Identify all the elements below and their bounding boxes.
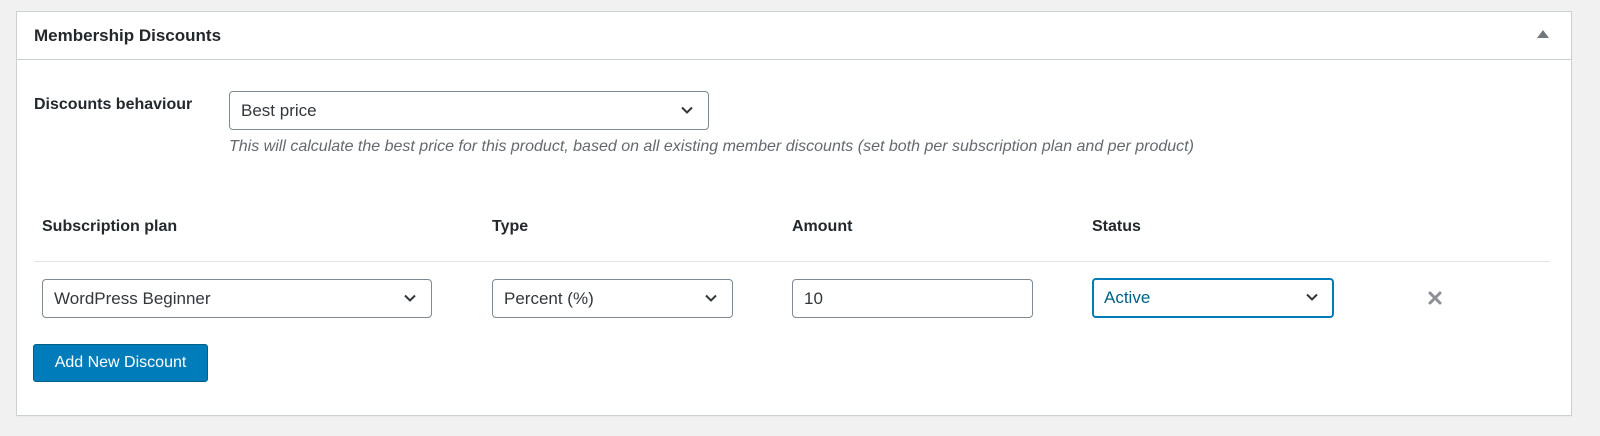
table-divider xyxy=(34,261,1550,262)
discount-status-value: Active xyxy=(1104,288,1151,307)
discount-status-select[interactable]: Active xyxy=(1092,278,1334,318)
discounts-behaviour-description: This will calculate the best price for t… xyxy=(229,138,1194,155)
subscription-plan-value: WordPress Beginner xyxy=(54,289,211,308)
discounts-behaviour-label: Discounts behaviour xyxy=(34,96,193,113)
discounts-behaviour-select[interactable]: Best price xyxy=(229,91,709,130)
chevron-down-icon xyxy=(1306,293,1318,301)
subscription-plan-select[interactable]: WordPress Beginner xyxy=(42,279,432,318)
close-icon[interactable] xyxy=(1427,290,1443,306)
chevron-down-icon xyxy=(681,106,693,114)
panel-header: Membership Discounts xyxy=(17,12,1571,60)
discount-type-select[interactable]: Percent (%) xyxy=(492,279,733,318)
column-header-type: Type xyxy=(492,218,529,235)
discounts-behaviour-value: Best price xyxy=(241,101,317,120)
membership-discounts-panel: Membership Discounts Discounts behaviour… xyxy=(16,11,1572,416)
column-header-plan: Subscription plan xyxy=(42,218,178,235)
column-header-amount: Amount xyxy=(792,218,853,235)
discount-type-value: Percent (%) xyxy=(504,289,594,308)
discount-amount-input[interactable] xyxy=(792,279,1033,318)
panel-title: Membership Discounts xyxy=(34,26,222,45)
chevron-down-icon xyxy=(705,294,717,302)
column-header-status: Status xyxy=(1092,218,1141,235)
add-new-discount-button[interactable]: Add New Discount xyxy=(33,344,208,382)
triangle-up-icon[interactable] xyxy=(1537,30,1549,38)
chevron-down-icon xyxy=(404,294,416,302)
